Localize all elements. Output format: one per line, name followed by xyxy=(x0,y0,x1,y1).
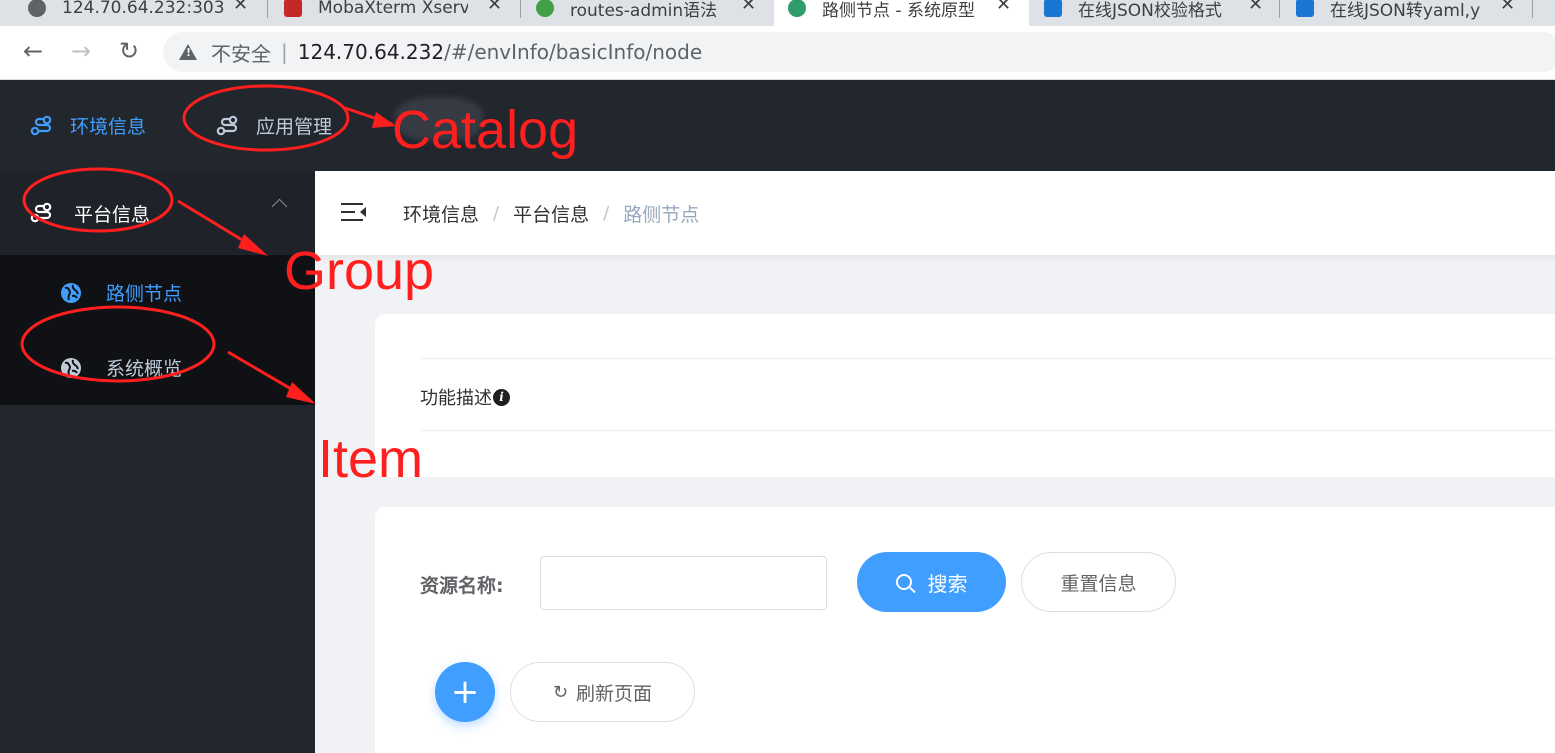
divider xyxy=(420,430,1555,431)
security-status[interactable]: 不安全 xyxy=(211,38,271,67)
route-icon xyxy=(30,115,52,135)
close-tab-icon[interactable]: ✕ xyxy=(233,0,248,15)
browser-tab-1[interactable]: MobaXterm Xserv xyxy=(270,0,482,26)
browser-tab-5[interactable]: 在线JSON转yaml,y xyxy=(1282,0,1504,26)
url-path[interactable]: /#/envInfo/basicInfo/node xyxy=(444,40,702,64)
globe-icon xyxy=(61,357,81,378)
refresh-icon: ↻ xyxy=(552,681,569,703)
resource-name-input[interactable] xyxy=(540,556,827,610)
vue-favicon-icon xyxy=(788,0,806,17)
close-tab-icon[interactable]: ✕ xyxy=(1500,0,1515,15)
info-icon[interactable]: i xyxy=(493,388,510,406)
browser-tab-title: 124.70.64.232:303 xyxy=(62,0,225,18)
tab-divider xyxy=(267,0,268,18)
breadcrumb-separator: / xyxy=(493,202,500,224)
browser-tab-3-active[interactable]: 路侧节点 - 系统原型 xyxy=(774,0,1029,26)
tab-divider xyxy=(520,0,521,18)
browser-tab-4[interactable]: 在线JSON校验格式 xyxy=(1030,0,1252,26)
catalog-item-label: 应用管理 xyxy=(256,116,333,138)
browser-tab-strip: 124.70.64.232:303 ✕ MobaXterm Xserv ✕ ro… xyxy=(0,0,1555,26)
browser-tab-title: routes-admin语法 xyxy=(570,0,718,21)
search-button[interactable]: 搜索 xyxy=(857,552,1006,612)
breadcrumb-item[interactable]: 环境信息 xyxy=(403,200,479,227)
resource-name-label: 资源名称: xyxy=(420,575,504,597)
globe-favicon-icon xyxy=(28,0,46,17)
description-label-text: 功能描述 xyxy=(420,388,492,409)
search-button-label: 搜索 xyxy=(927,571,968,596)
reset-button[interactable]: 重置信息 xyxy=(1021,552,1176,612)
tab-divider xyxy=(1279,0,1280,18)
catalog-item-label: 环境信息 xyxy=(70,116,147,138)
catalog-item-app-management[interactable]: 应用管理 xyxy=(216,112,332,139)
sidebar-item-roadside-node[interactable]: 路侧节点 xyxy=(0,255,315,330)
search-card: 资源名称: 搜索 重置信息 + ↻ 刷新页面 xyxy=(375,507,1555,753)
json-favicon-icon xyxy=(1044,0,1062,17)
refresh-button-label: 刷新页面 xyxy=(576,682,653,705)
annotation-label-catalog: Catalog xyxy=(392,100,579,160)
sidebar-item-label: 系统概览 xyxy=(106,358,183,380)
sidebar-group-platform-info[interactable]: 平台信息 xyxy=(0,171,315,255)
mobaxterm-favicon-icon xyxy=(284,0,302,17)
browser-tab-title: 路侧节点 - 系统原型 xyxy=(822,0,975,21)
breadcrumb-current: 路侧节点 xyxy=(623,203,700,226)
add-button[interactable]: + xyxy=(435,662,495,722)
chevron-up-icon[interactable] xyxy=(271,198,288,215)
annotation-label-item: Item xyxy=(318,429,424,489)
warning-triangle-icon[interactable] xyxy=(179,44,197,60)
app-root: 环境信息 应用管理 平台信息 路侧节点 系统概览 环境信息 / 平台信息 / 路… xyxy=(0,80,1555,753)
leaf-favicon-icon xyxy=(536,0,554,17)
breadcrumb-item[interactable]: 平台信息 xyxy=(513,200,589,227)
globe-icon xyxy=(61,282,81,303)
reload-icon[interactable]: ↻ xyxy=(114,36,144,66)
browser-tab-title: MobaXterm Xserv xyxy=(318,0,468,18)
browser-tab-title: 在线JSON转yaml,y xyxy=(1330,0,1481,21)
browser-tab-0[interactable]: 124.70.64.232:303 xyxy=(14,0,241,26)
close-tab-icon[interactable]: ✕ xyxy=(741,0,756,15)
route-icon xyxy=(216,115,238,135)
close-tab-icon[interactable]: ✕ xyxy=(996,0,1011,15)
json-favicon-icon xyxy=(1296,0,1314,17)
close-tab-icon[interactable]: ✕ xyxy=(1248,0,1263,15)
sidebar: 平台信息 路侧节点 系统概览 xyxy=(0,171,315,753)
catalog-nav: 环境信息 应用管理 xyxy=(0,80,1555,171)
browser-toolbar: ← → ↻ 不安全 | 124.70.64.232 /#/envInfo/bas… xyxy=(0,26,1555,80)
sidebar-item-system-overview[interactable]: 系统概览 xyxy=(0,330,315,405)
divider xyxy=(420,358,1555,359)
description-card: 功能描述 i xyxy=(375,314,1555,477)
annotation-label-group: Group xyxy=(284,241,435,301)
url-separator: | xyxy=(281,40,288,64)
page-header: 环境信息 / 平台信息 / 路侧节点 xyxy=(315,171,1555,255)
route-icon xyxy=(30,202,52,223)
breadcrumb-separator: / xyxy=(603,202,610,224)
catalog-item-env-info[interactable]: 环境信息 xyxy=(30,112,146,139)
search-icon xyxy=(895,574,912,590)
description-label: 功能描述 i xyxy=(420,384,510,410)
refresh-button[interactable]: ↻ 刷新页面 xyxy=(510,662,695,722)
main-content: 环境信息 / 平台信息 / 路侧节点 功能描述 i 资源名称: 搜索 重置信息 … xyxy=(315,171,1555,753)
sidebar-toggle-icon[interactable] xyxy=(341,203,367,223)
address-bar[interactable]: 不安全 | 124.70.64.232 /#/envInfo/basicInfo… xyxy=(163,32,1555,72)
sidebar-item-label: 路侧节点 xyxy=(106,283,183,305)
back-arrow-icon[interactable]: ← xyxy=(18,36,48,66)
forward-arrow-icon[interactable]: → xyxy=(66,36,96,66)
tab-divider xyxy=(1532,0,1533,18)
sidebar-group-label: 平台信息 xyxy=(74,203,151,226)
browser-tab-title: 在线JSON校验格式 xyxy=(1078,0,1222,21)
browser-tab-2[interactable]: routes-admin语法 xyxy=(522,0,744,26)
url-host[interactable]: 124.70.64.232 xyxy=(298,40,444,64)
close-tab-icon[interactable]: ✕ xyxy=(487,0,502,15)
